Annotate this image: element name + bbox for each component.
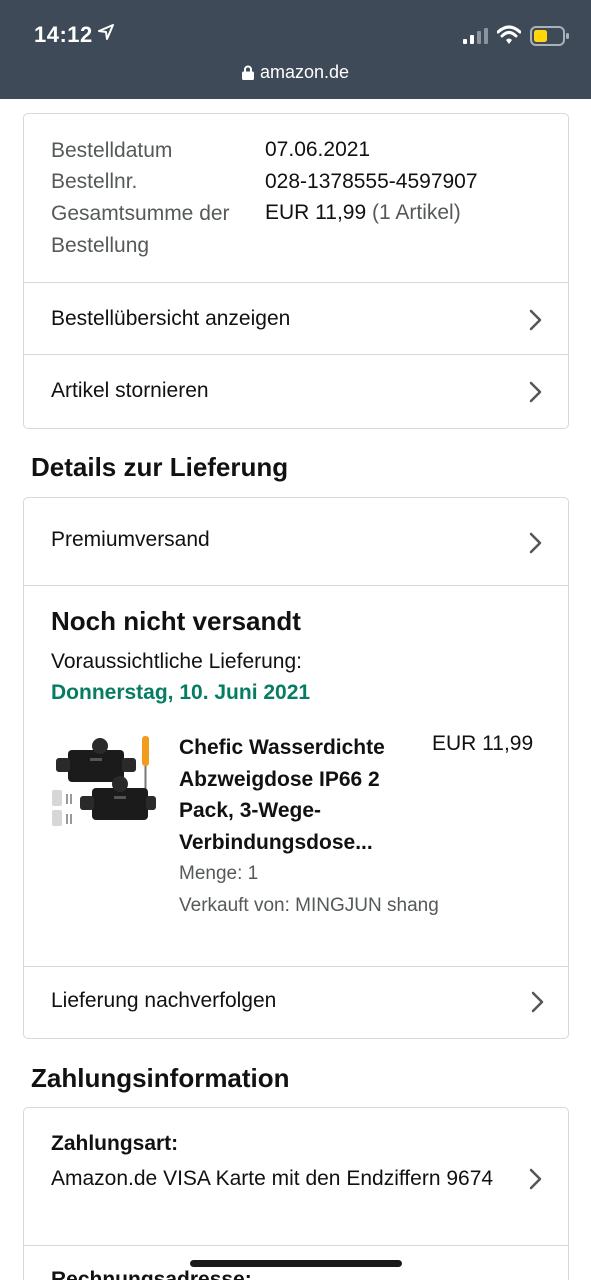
delivery-estimate-label: Voraussichtliche Lieferung: — [51, 650, 302, 673]
payment-method-label: Zahlungsart: — [51, 1132, 179, 1155]
location-arrow-icon — [98, 24, 114, 45]
home-indicator[interactable] — [190, 1260, 402, 1267]
divider — [24, 1245, 568, 1246]
shipping-method-label: Premiumversand — [51, 528, 210, 551]
chevron-right-icon — [528, 309, 542, 336]
billing-address-label: Rechnungsadresse: — [51, 1268, 252, 1280]
status-time: 14:12 — [34, 22, 93, 47]
chevron-right-icon — [528, 532, 542, 559]
cancel-items-link[interactable]: Artikel stornieren — [24, 354, 568, 429]
url-bar[interactable]: amazon.de — [0, 62, 591, 85]
shipping-method-link[interactable]: Premiumversand — [24, 498, 568, 585]
battery-icon — [530, 26, 570, 51]
payment-heading: Zahlungsinformation — [31, 1063, 290, 1093]
chevron-right-icon — [530, 991, 544, 1018]
order-summary-card: Bestelldatum 07.06.2021 Bestellnr. 028-1… — [23, 113, 569, 429]
order-number-label: Bestellnr. — [51, 170, 138, 193]
product-title[interactable]: Chefic Wasserdichte Abzweigdose IP66 2 P… — [179, 732, 414, 858]
payment-card: Zahlungsart: Amazon.de VISA Karte mit de… — [23, 1107, 569, 1280]
cancel-items-label: Artikel stornieren — [51, 379, 209, 402]
shipment-status: Noch nicht versandt — [51, 606, 301, 636]
order-item-count: (1 Artikel) — [372, 201, 461, 224]
payment-method-text: Amazon.de VISA Karte mit den Endziffern … — [51, 1167, 494, 1190]
order-total-label: Gesamtsumme der Bestellung — [51, 202, 230, 257]
payment-method-link[interactable]: Zahlungsart: Amazon.de VISA Karte mit de… — [24, 1108, 568, 1245]
product-price: EUR 11,99 — [432, 732, 534, 755]
divider — [24, 585, 568, 586]
signal-icon — [463, 28, 489, 49]
order-total-amount: EUR 11,99 — [265, 201, 367, 224]
order-total-value: EUR 11,99 (1 Artikel) — [265, 201, 461, 225]
chevron-right-icon — [528, 1168, 542, 1195]
chevron-right-icon — [528, 381, 542, 408]
order-number-value: 028-1378555-4597907 — [265, 170, 478, 193]
url-text: amazon.de — [259, 62, 350, 82]
delivery-heading: Details zur Lieferung — [31, 452, 289, 482]
view-order-summary-label: Bestellübersicht anzeigen — [51, 307, 291, 330]
delivery-estimate-date: Donnerstag, 10. Juni 2021 — [51, 681, 311, 704]
status-bar: 14:12 amazon.de — [0, 0, 591, 99]
view-order-summary-link[interactable]: Bestellübersicht anzeigen — [24, 282, 568, 354]
track-delivery-label: Lieferung nachverfolgen — [51, 989, 277, 1012]
track-delivery-link[interactable]: Lieferung nachverfolgen — [24, 966, 568, 1039]
product-seller: Verkauft von: MINGJUN shang — [179, 895, 439, 916]
product-quantity: Menge: 1 — [179, 863, 259, 884]
delivery-card: Premiumversand Noch nicht versandt Vorau… — [23, 497, 569, 1039]
wifi-icon — [496, 25, 522, 50]
product-image[interactable] — [50, 730, 158, 838]
lock-icon — [241, 64, 254, 85]
order-date-value: 07.06.2021 — [265, 138, 371, 161]
order-date-label: Bestelldatum — [51, 139, 173, 162]
